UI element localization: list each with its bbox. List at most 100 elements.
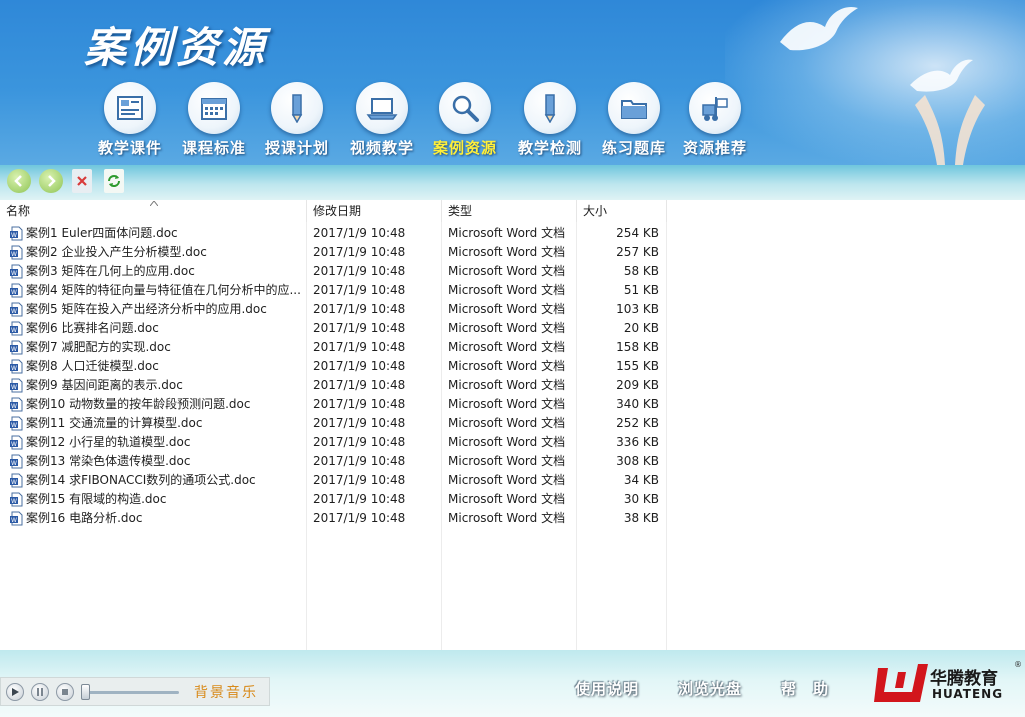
file-size: 38 KB (623, 511, 659, 525)
huateng-logo: 华腾教育 HUATENG ® (872, 658, 1022, 710)
volume-track[interactable] (87, 691, 179, 694)
volume-slider-thumb[interactable] (81, 684, 90, 700)
logo-english-text: HUATENG (932, 687, 1004, 701)
file-date: 2017/1/9 10:48 (313, 416, 406, 430)
svg-text:W: W (11, 479, 17, 486)
table-row[interactable]: W 案例16 电路分析.doc 2017/1/9 10:48 Microsoft Wo… (0, 509, 667, 528)
file-type: Microsoft Word 文档 (448, 473, 566, 487)
file-name: 案例9 基因间距离的表示.doc (26, 378, 183, 392)
file-size: 252 KB (616, 416, 659, 430)
forward-icon[interactable] (39, 169, 63, 193)
file-name: 案例6 比赛排名问题.doc (26, 321, 159, 335)
column-header-type[interactable]: 类型 (442, 200, 577, 222)
file-name: 案例12 小行星的轨道模型.doc (26, 435, 191, 449)
background-music-label: 背景音乐 (194, 685, 258, 701)
file-toolbar (0, 165, 1025, 200)
table-row[interactable]: W 案例11 交通流量的计算模型.doc 2017/1/9 10:48 Microso… (0, 414, 667, 433)
file-size: 257 KB (616, 245, 659, 259)
folder-icon (608, 82, 660, 134)
table-row[interactable]: W 案例10 动物数量的按年龄段预测问题.doc 2017/1/9 10:48 Mic… (0, 395, 667, 414)
file-type: Microsoft Word 文档 (448, 454, 566, 468)
play-button[interactable] (6, 683, 24, 701)
column-header-date[interactable]: 修改日期 (307, 200, 442, 222)
table-row[interactable]: W 案例6 比赛排名问题.doc 2017/1/9 10:48 Microsoft W… (0, 319, 667, 338)
stop-button[interactable] (56, 683, 74, 701)
file-name: 案例14 求FIBONACCI数列的通项公式.doc (26, 473, 256, 487)
file-size: 20 KB (623, 321, 659, 335)
file-size: 336 KB (616, 435, 659, 449)
file-name: 案例10 动物数量的按年龄段预测问题.doc (26, 397, 251, 411)
svg-text:W: W (11, 403, 17, 410)
calendar-icon (188, 82, 240, 134)
file-type: Microsoft Word 文档 (448, 245, 566, 259)
word-doc-icon: W (10, 283, 23, 298)
app-title: 案例资源 (84, 23, 269, 72)
file-type: Microsoft Word 文档 (448, 226, 566, 240)
word-doc-icon: W (10, 454, 23, 469)
user-guide-link[interactable]: 使用说明 (575, 678, 639, 699)
file-name: 案例4 矩阵的特征向量与特征值在几何分析中的应... (26, 283, 301, 297)
file-date: 2017/1/9 10:48 (313, 397, 406, 411)
table-row[interactable]: W 案例3 矩阵在几何上的应用.doc 2017/1/9 10:48 Microsof… (0, 262, 667, 281)
music-player: 背景音乐 (0, 677, 270, 706)
file-size: 340 KB (616, 397, 659, 411)
browse-disc-link[interactable]: 浏览光盘 (678, 678, 742, 699)
laptop-icon (356, 82, 408, 134)
file-type: Microsoft Word 文档 (448, 340, 566, 354)
nav-case-resources[interactable]: 案例资源 (425, 82, 505, 158)
word-doc-icon: W (10, 302, 23, 317)
file-date: 2017/1/9 10:48 (313, 435, 406, 449)
file-size: 30 KB (623, 492, 659, 506)
refresh-icon[interactable] (104, 169, 124, 193)
table-row[interactable]: W 案例9 基因间距离的表示.doc 2017/1/9 10:48 Microsoft… (0, 376, 667, 395)
nav-curriculum-standard[interactable]: 课程标准 (174, 82, 254, 158)
pause-button[interactable] (31, 683, 49, 701)
nav-video-teaching[interactable]: 视频教学 (342, 82, 422, 158)
svg-text:W: W (11, 232, 17, 239)
table-row[interactable]: W 案例14 求FIBONACCI数列的通项公式.doc 2017/1/9 10:4… (0, 471, 667, 490)
column-header-size[interactable]: 大小 (577, 200, 667, 222)
nav-teaching-courseware[interactable]: 教学课件 (90, 82, 170, 158)
help-link[interactable]: 帮 助 (781, 678, 829, 699)
table-row[interactable]: W 案例4 矩阵的特征向量与特征值在几何分析中的应... 2017/1/9 10:4… (0, 281, 667, 300)
table-row[interactable]: W 案例8 人口迁徙模型.doc 2017/1/9 10:48 Microsoft W… (0, 357, 667, 376)
svg-text:W: W (11, 289, 17, 296)
word-doc-icon: W (10, 511, 23, 526)
nav-teaching-test[interactable]: 教学检测 (510, 82, 590, 158)
delete-icon[interactable] (72, 169, 92, 193)
file-size: 51 KB (623, 283, 659, 297)
svg-text:W: W (11, 422, 17, 429)
table-row[interactable]: W 案例1 Euler四面体问题.doc 2017/1/9 10:48 Microso… (0, 224, 667, 243)
file-date: 2017/1/9 10:48 (313, 226, 406, 240)
nav-exercise-bank[interactable]: 练习题库 (594, 82, 674, 158)
table-row[interactable]: W 案例7 减肥配方的实现.doc 2017/1/9 10:48 Microsoft … (0, 338, 667, 357)
pencil-icon (271, 82, 323, 134)
word-doc-icon: W (10, 397, 23, 412)
file-type: Microsoft Word 文档 (448, 397, 566, 411)
svg-text:W: W (11, 384, 17, 391)
table-row[interactable]: W 案例15 有限域的构造.doc 2017/1/9 10:48 Microsoft … (0, 490, 667, 509)
nav-label: 资源推荐 (682, 139, 747, 157)
word-doc-icon: W (10, 435, 23, 450)
table-row[interactable]: W 案例2 企业投入产生分析模型.doc 2017/1/9 10:48 Microso… (0, 243, 667, 262)
nav-teaching-plan[interactable]: 授课计划 (257, 82, 337, 158)
svg-text:W: W (11, 270, 17, 277)
file-type: Microsoft Word 文档 (448, 359, 566, 373)
pause-icon (37, 688, 43, 696)
word-doc-icon: W (10, 416, 23, 431)
back-icon[interactable] (7, 169, 31, 193)
file-size: 34 KB (623, 473, 659, 487)
file-name: 案例8 人口迁徙模型.doc (26, 359, 159, 373)
file-name: 案例15 有限域的构造.doc (26, 492, 167, 506)
file-name: 案例11 交通流量的计算模型.doc (26, 416, 203, 430)
word-doc-icon: W (10, 245, 23, 260)
file-name: 案例1 Euler四面体问题.doc (26, 226, 178, 240)
nav-resource-recommend[interactable]: 资源推荐 (675, 82, 755, 158)
file-type: Microsoft Word 文档 (448, 492, 566, 506)
table-row[interactable]: W 案例13 常染色体遗传模型.doc 2017/1/9 10:48 Microsof… (0, 452, 667, 471)
table-row[interactable]: W 案例5 矩阵在投入产出经济分析中的应用.doc 2017/1/9 10:48 Mi… (0, 300, 667, 319)
word-doc-icon: W (10, 492, 23, 507)
table-row[interactable]: W 案例12 小行星的轨道模型.doc 2017/1/9 10:48 Microsof… (0, 433, 667, 452)
file-size: 103 KB (616, 302, 659, 316)
file-date: 2017/1/9 10:48 (313, 264, 406, 278)
